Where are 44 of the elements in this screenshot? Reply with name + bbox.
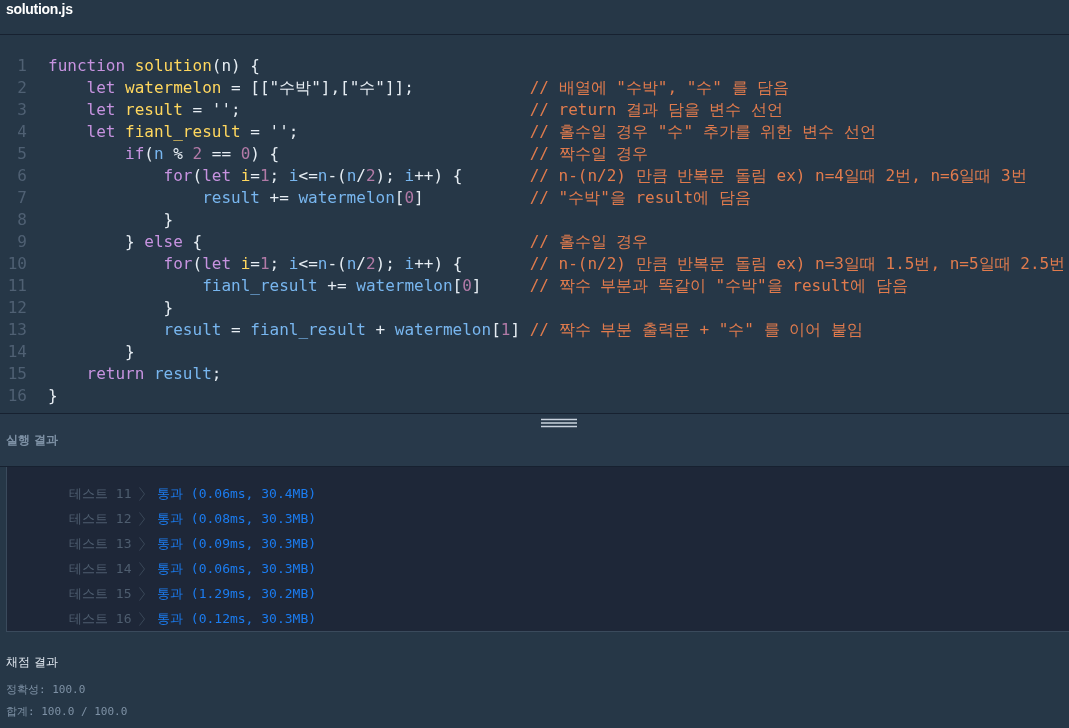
test-result: 통과 (0.06ms, 30.3MB): [157, 559, 317, 578]
test-result: 통과 (1.29ms, 30.2MB): [157, 584, 317, 603]
code-line: }: [48, 385, 59, 407]
code-comment: // 홀수일 경우: [529, 231, 649, 253]
code-comment: // n-(n/2) 만큼 반복문 돌림 ex) n=4일때 2번, n=6일때 3번: [529, 165, 1027, 187]
code-line: return result;: [85, 363, 223, 385]
code-comment: // return 결과 담을 변수 선언: [529, 99, 783, 121]
test-result: 통과 (0.08ms, 30.3MB): [157, 509, 317, 528]
test-result: 통과 (0.09ms, 30.3MB): [157, 534, 317, 553]
chevron-icon: [139, 561, 145, 576]
code-line: } else {: [124, 231, 204, 253]
code-line: if(n % 2 == 0) {: [124, 143, 281, 165]
chevron-icon: [139, 486, 145, 501]
code-line: }: [162, 297, 175, 319]
panel-title: 실행 결과: [5, 431, 59, 449]
chevron-icon: [139, 511, 145, 526]
code-line: fianl_result += watermelon[0]: [201, 275, 483, 297]
code-line: let result = '';: [85, 99, 242, 121]
test-result: 통과 (0.12ms, 30.3MB): [157, 609, 317, 628]
score-text: 합계: 100.0 / 100.0: [6, 704, 129, 720]
code-comment: // 짝수 부분 출력문 + "수" 를 이어 붙임: [529, 319, 863, 341]
code-comment: // "수박"을 result에 담음: [529, 187, 751, 209]
chevron-icon: [139, 611, 145, 626]
file-tab[interactable]: solution.js: [0, 0, 79, 18]
test-result: 통과 (0.06ms, 30.4MB): [157, 484, 317, 503]
code-line: function solution(n) {: [48, 55, 261, 77]
chevron-icon: [139, 586, 145, 601]
code-comment: // n-(n/2) 만큼 반복문 돌림 ex) n=3일때 1.5번, n=5일때 2.5번: [529, 253, 1066, 275]
code-line: }: [124, 341, 136, 363]
chevron-icon: [139, 536, 145, 551]
code-comment: // 배열에 "수박", "수" 를 담음: [529, 77, 790, 99]
score-text: 정확성: 100.0: [6, 682, 87, 698]
code-comment: // 홀수일 경우 "수" 추가를 위한 변수 선언: [529, 121, 876, 143]
code-line: for(let i=1; i<=n-(n/2); i++) {: [162, 165, 464, 187]
resize-handle-icon[interactable]: [541, 418, 577, 428]
code-line: let fianl_result = '';: [85, 121, 300, 143]
code-line: result += watermelon[0]: [201, 187, 425, 209]
code-comment: // 짝수 부분과 똑같이 "수박"을 result에 담음: [529, 275, 908, 297]
grading-title: 채점 결과: [6, 654, 59, 671]
code-line: }: [162, 209, 175, 231]
code-line: let watermelon = [["수박"],["수"]];: [85, 77, 415, 99]
code-line: result = fianl_result + watermelon[1]: [162, 319, 522, 341]
code-line: for(let i=1; i<=n-(n/2); i++) {: [162, 253, 464, 275]
code-comment: // 짝수일 경우: [529, 143, 649, 165]
